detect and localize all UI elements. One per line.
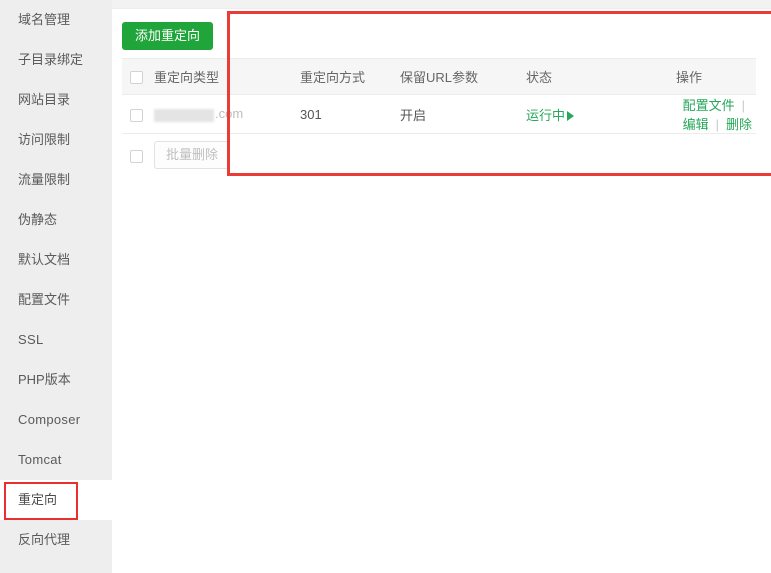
redirect-panel: 添加重定向 重定向类型 重定向方式 保留URL参数 状态 操作 .com 301… (112, 12, 766, 175)
header-redirect-type: 重定向类型 (154, 58, 300, 95)
table-head: 重定向类型 重定向方式 保留URL参数 状态 操作 (122, 58, 756, 95)
sidebar-item-ssl[interactable]: SSL (0, 320, 112, 360)
select-all-checkbox[interactable] (130, 71, 143, 85)
sidebar-item-default-document[interactable]: 默认文档 (0, 240, 112, 280)
row-checkbox-wrap (122, 106, 143, 122)
sidebar-item-reverse-proxy[interactable]: 反向代理 (0, 520, 112, 560)
table-body: .com 301 开启 运行中 配置文件 | 编辑 | 删除 (122, 94, 756, 134)
redirect-table: 重定向类型 重定向方式 保留URL参数 状态 操作 .com 301 开启 运行… (122, 58, 756, 176)
footer-actions-cell: 批量删除 (154, 134, 756, 177)
batch-delete-button[interactable]: 批量删除 (154, 141, 231, 169)
table-row: .com 301 开启 运行中 配置文件 | 编辑 | 删除 (122, 94, 756, 134)
delete-link[interactable]: 删除 (726, 117, 752, 132)
sidebar-item-composer[interactable]: Composer (0, 400, 112, 440)
sidebar-item-redirect[interactable]: 重定向 (0, 480, 120, 520)
table-foot: 批量删除 (122, 134, 756, 177)
app-root: 域名管理 子目录绑定 网站目录 访问限制 流量限制 伪静态 默认文档 配置文件 … (0, 0, 771, 573)
header-select-all (122, 58, 154, 95)
op-separator-2: | (715, 117, 719, 132)
edit-link[interactable]: 编辑 (683, 117, 709, 132)
top-divider-strip (112, 0, 771, 9)
table-footer-row: 批量删除 (122, 134, 756, 177)
cell-redirect-mode: 301 (300, 94, 400, 134)
sidebar-item-php-version[interactable]: PHP版本 (0, 360, 112, 400)
cell-status: 运行中 (526, 94, 676, 134)
sidebar-nav: 域名管理 子目录绑定 网站目录 访问限制 流量限制 伪静态 默认文档 配置文件 … (0, 0, 120, 573)
cell-operations: 配置文件 | 编辑 | 删除 (676, 94, 756, 134)
panel-toolbar: 添加重定向 (112, 12, 766, 58)
sidebar-item-config-file[interactable]: 配置文件 (0, 280, 112, 320)
footer-select-cell (122, 134, 154, 177)
main-content: 添加重定向 重定向类型 重定向方式 保留URL参数 状态 操作 .com 301… (112, 0, 771, 573)
header-redirect-mode: 重定向方式 (300, 58, 400, 95)
header-status: 状态 (526, 58, 676, 95)
sidebar-item-subdirectory-binding[interactable]: 子目录绑定 (0, 40, 112, 80)
config-file-link[interactable]: 配置文件 (683, 98, 735, 113)
play-triangle-icon[interactable] (567, 110, 575, 121)
sidebar-item-domain-manage[interactable]: 域名管理 (0, 0, 112, 40)
op-separator-1: | (741, 98, 745, 113)
select-all-checkbox-wrap (122, 69, 143, 85)
header-operations: 操作 (676, 58, 756, 95)
footer-select-all-checkbox[interactable] (130, 149, 143, 163)
sidebar-item-site-directory[interactable]: 网站目录 (0, 80, 112, 120)
row-checkbox[interactable] (130, 108, 143, 122)
status-badge[interactable]: 运行中 (526, 108, 565, 123)
table-header-row: 重定向类型 重定向方式 保留URL参数 状态 操作 (122, 58, 756, 95)
redacted-domain-icon (154, 108, 214, 122)
header-keep-url-params: 保留URL参数 (400, 58, 526, 95)
footer-checkbox-wrap (122, 147, 143, 163)
row-select-cell (122, 94, 154, 134)
cell-redirect-type: .com (154, 94, 300, 134)
cell-keep-url-params: 开启 (400, 94, 526, 134)
add-redirect-button[interactable]: 添加重定向 (122, 22, 214, 50)
sidebar-item-access-restriction[interactable]: 访问限制 (0, 120, 112, 160)
sidebar-item-pseudo-static[interactable]: 伪静态 (0, 200, 112, 240)
sidebar-item-tomcat[interactable]: Tomcat (0, 440, 112, 480)
sidebar-item-traffic-limit[interactable]: 流量限制 (0, 160, 112, 200)
cell-domain-suffix: .com (215, 106, 244, 122)
